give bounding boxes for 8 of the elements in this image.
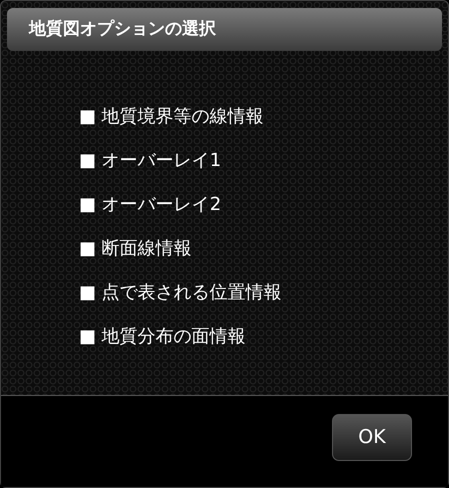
option-link[interactable]: ■ 地質境界等の線情報 [79,103,264,131]
option-link[interactable]: ■ 地質分布の面情報 [79,323,246,351]
option-link[interactable]: ■ オーバーレイ1 [79,147,222,175]
dialog-title: 地質図オプションの選択 [29,18,216,41]
option-link[interactable]: ■ 点で表される位置情報 [79,279,282,307]
option-link[interactable]: ■ オーバーレイ2 [79,191,222,219]
option-link[interactable]: ■ 断面線情報 [79,235,192,263]
ok-button[interactable]: OK [332,414,412,461]
